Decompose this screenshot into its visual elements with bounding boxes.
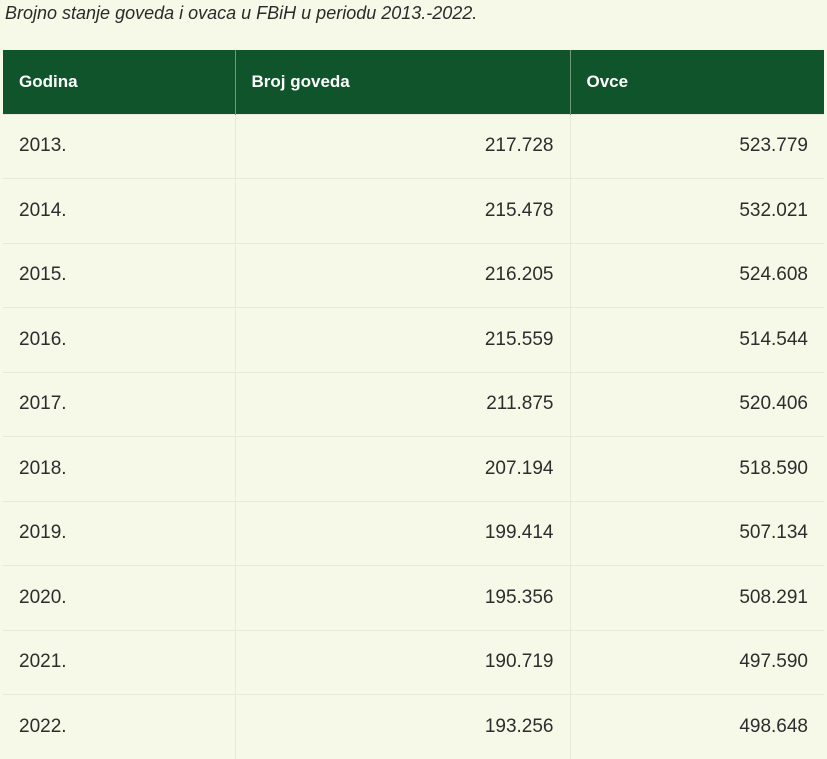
cell-sheep: 507.134 — [570, 501, 824, 566]
livestock-table: Godina Broj goveda Ovce 2013. 217.728 52… — [3, 50, 824, 759]
cell-cattle: 211.875 — [235, 372, 570, 437]
table-header: Godina Broj goveda Ovce — [3, 50, 824, 114]
cell-cattle: 217.728 — [235, 114, 570, 179]
table-row: 2017. 211.875 520.406 — [3, 372, 824, 437]
cell-sheep: 523.779 — [570, 114, 824, 179]
cell-cattle: 215.559 — [235, 308, 570, 373]
table-row: 2015. 216.205 524.608 — [3, 243, 824, 308]
table-row: 2013. 217.728 523.779 — [3, 114, 824, 179]
cell-cattle: 195.356 — [235, 566, 570, 631]
table-row: 2014. 215.478 532.021 — [3, 179, 824, 244]
cell-cattle: 207.194 — [235, 437, 570, 502]
cell-year: 2016. — [3, 308, 235, 373]
cell-cattle: 199.414 — [235, 501, 570, 566]
cell-year: 2014. — [3, 179, 235, 244]
cell-year: 2018. — [3, 437, 235, 502]
cell-year: 2022. — [3, 695, 235, 759]
cell-cattle: 216.205 — [235, 243, 570, 308]
table-caption: Brojno stanje goveda i ovaca u FBiH u pe… — [5, 3, 477, 24]
cell-year: 2017. — [3, 372, 235, 437]
table-row: 2016. 215.559 514.544 — [3, 308, 824, 373]
table-row: 2020. 195.356 508.291 — [3, 566, 824, 631]
cell-cattle: 215.478 — [235, 179, 570, 244]
table-body: 2013. 217.728 523.779 2014. 215.478 532.… — [3, 114, 824, 759]
cell-year: 2013. — [3, 114, 235, 179]
cell-cattle: 190.719 — [235, 630, 570, 695]
cell-sheep: 514.544 — [570, 308, 824, 373]
table-row: 2018. 207.194 518.590 — [3, 437, 824, 502]
header-sheep: Ovce — [570, 50, 824, 114]
cell-sheep: 518.590 — [570, 437, 824, 502]
cell-sheep: 532.021 — [570, 179, 824, 244]
header-row: Godina Broj goveda Ovce — [3, 50, 824, 114]
cell-sheep: 524.608 — [570, 243, 824, 308]
table-row: 2019. 199.414 507.134 — [3, 501, 824, 566]
cell-year: 2020. — [3, 566, 235, 631]
header-cattle: Broj goveda — [235, 50, 570, 114]
header-year: Godina — [3, 50, 235, 114]
table-row: 2022. 193.256 498.648 — [3, 695, 824, 759]
cell-year: 2015. — [3, 243, 235, 308]
cell-cattle: 193.256 — [235, 695, 570, 759]
cell-sheep: 508.291 — [570, 566, 824, 631]
table-row: 2021. 190.719 497.590 — [3, 630, 824, 695]
cell-sheep: 520.406 — [570, 372, 824, 437]
cell-year: 2019. — [3, 501, 235, 566]
cell-year: 2021. — [3, 630, 235, 695]
cell-sheep: 497.590 — [570, 630, 824, 695]
cell-sheep: 498.648 — [570, 695, 824, 759]
